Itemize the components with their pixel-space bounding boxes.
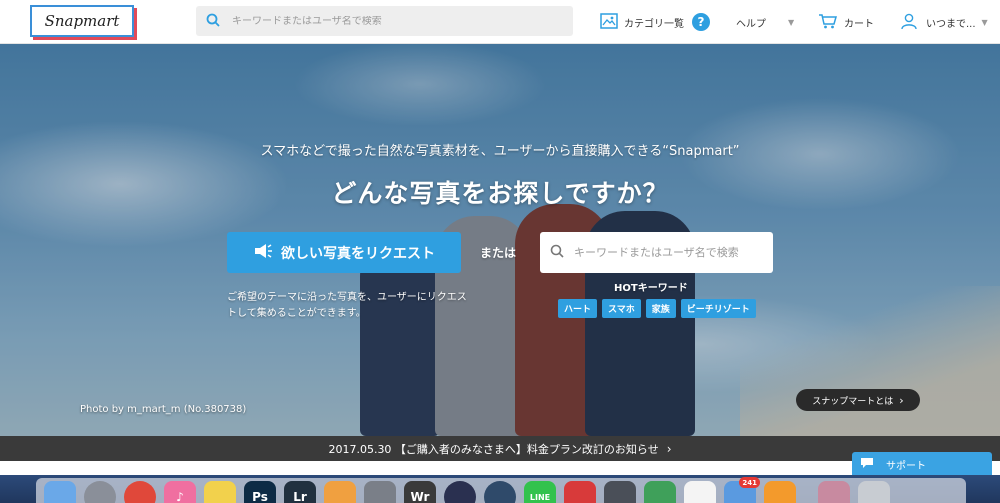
hot-keyword-tag[interactable]: ハート (558, 299, 598, 318)
announcement-bar[interactable]: 2017.05.30 【ご購入者のみなさまへ】料金プラン改訂のお知らせ › (0, 436, 1000, 461)
dock-word-app-icon[interactable]: Wr (404, 481, 436, 503)
chevron-down-icon: ▼ (981, 17, 988, 27)
dock-app-label: Wr (410, 490, 430, 503)
question-icon[interactable]: ? (692, 13, 710, 31)
dock-app-red-icon[interactable] (564, 481, 596, 503)
hot-keywords: ハート スマホ 家族 ビーチリゾート (558, 299, 756, 318)
hot-keywords-title: HOTキーワード (614, 283, 688, 294)
photo-credit[interactable]: Photo by m_mart_m (No.380738) (80, 404, 246, 415)
dock-chrome-icon[interactable] (124, 481, 156, 503)
site-header: Snapmart カテゴリ一覧 ? ヘルプ ▼ カート (0, 0, 1000, 44)
nav-user-menu[interactable]: いつまで... ▼ (900, 0, 988, 44)
nav-categories-label: カテゴリ一覧 (624, 18, 684, 30)
dock-app-orange-icon[interactable] (764, 481, 796, 503)
nav-help-label: ヘルプ (736, 18, 766, 30)
image-icon (600, 12, 618, 32)
hero-headline: どんな写真をお探しですか？ (331, 179, 669, 208)
dock-itunes-icon[interactable]: ♪ (164, 481, 196, 503)
chat-icon (860, 457, 874, 472)
dock-launchpad-icon[interactable] (84, 481, 116, 503)
dock-photoshop-icon[interactable]: Ps (244, 481, 276, 503)
about-snapmart-label: スナップマートとは (812, 396, 894, 407)
about-snapmart-button[interactable]: スナップマートとは › (796, 389, 920, 411)
page: Snapmart カテゴリ一覧 ? ヘルプ ▼ カート (0, 0, 1000, 503)
dock-lightroom-icon[interactable]: Lr (284, 481, 316, 503)
dock-notes-icon[interactable] (204, 481, 236, 503)
support-label: サポート (886, 460, 926, 472)
dock-app-label: LINE (529, 492, 551, 502)
dock-clock-icon[interactable] (444, 481, 476, 503)
hero-search-input[interactable] (574, 246, 764, 259)
nav-cart[interactable]: カート (818, 0, 874, 44)
user-icon (900, 12, 918, 33)
nav-cart-label: カート (844, 18, 874, 30)
dock-app-label: Lr (293, 490, 307, 503)
page-bottom (0, 461, 1000, 475)
announcement-text: 2017.05.30 【ご購入者のみなさまへ】料金プラン改訂のお知らせ (328, 442, 659, 456)
dock-time-machine-icon[interactable] (484, 481, 516, 503)
or-text: または (480, 246, 517, 260)
cart-icon (818, 13, 838, 32)
hot-keyword-tag[interactable]: スマホ (602, 299, 641, 318)
header-search-bar[interactable] (196, 6, 573, 36)
hot-keyword-tag[interactable]: ビーチリゾート (680, 299, 756, 318)
hero-banner (0, 44, 1000, 436)
dock-system-preferences-icon[interactable] (364, 481, 396, 503)
dock-finder-icon[interactable] (44, 481, 76, 503)
dock-reminders-icon[interactable] (684, 481, 716, 503)
request-photo-label: 欲しい写真をリクエスト (281, 245, 435, 262)
dock-photo-thumb-icon[interactable] (818, 481, 850, 503)
request-description: ご希望のテーマに沿った写真を、ユーザーにリクエストして集めることができます。 (227, 292, 467, 319)
support-chat-button[interactable]: サポート (852, 452, 992, 476)
notification-badge: 241 (739, 477, 760, 488)
hero-tagline: スマホなどで撮った自然な写真素材を、ユーザーから直接購入できる“Snapmart… (260, 144, 740, 159)
hero-search-bar[interactable] (540, 232, 773, 273)
logo-text: Snapmart (44, 12, 120, 30)
macos-dock: ♪ Ps Lr Wr LINE 241 (36, 477, 966, 503)
dock-line-icon[interactable]: LINE (524, 481, 556, 503)
hot-keyword-tag[interactable]: 家族 (645, 299, 676, 318)
dock-photos-icon[interactable] (324, 481, 356, 503)
dock-app-label: ♪ (176, 490, 184, 503)
megaphone-icon (253, 243, 273, 263)
chevron-right-icon: › (666, 441, 672, 456)
search-icon (206, 12, 220, 31)
nav-user-label: いつまで... (926, 18, 976, 30)
search-icon (550, 243, 564, 262)
chevron-right-icon: › (899, 393, 904, 407)
dock-app-label: Ps (252, 490, 268, 503)
dock-app-tools-icon[interactable] (604, 481, 636, 503)
snapmart-logo[interactable]: Snapmart (30, 5, 134, 37)
hero-overlay (0, 44, 1000, 436)
dock-atom-icon[interactable] (644, 481, 676, 503)
chevron-down-icon: ▼ (788, 17, 795, 27)
nav-categories[interactable]: カテゴリ一覧 ? (600, 0, 710, 44)
request-photo-button[interactable]: 欲しい写真をリクエスト (227, 232, 461, 273)
header-search-input[interactable] (232, 15, 552, 27)
dock-mail-icon[interactable]: 241 (724, 477, 760, 503)
nav-help[interactable]: ヘルプ ▼ (736, 0, 794, 44)
dock-trash-icon[interactable] (858, 481, 890, 503)
